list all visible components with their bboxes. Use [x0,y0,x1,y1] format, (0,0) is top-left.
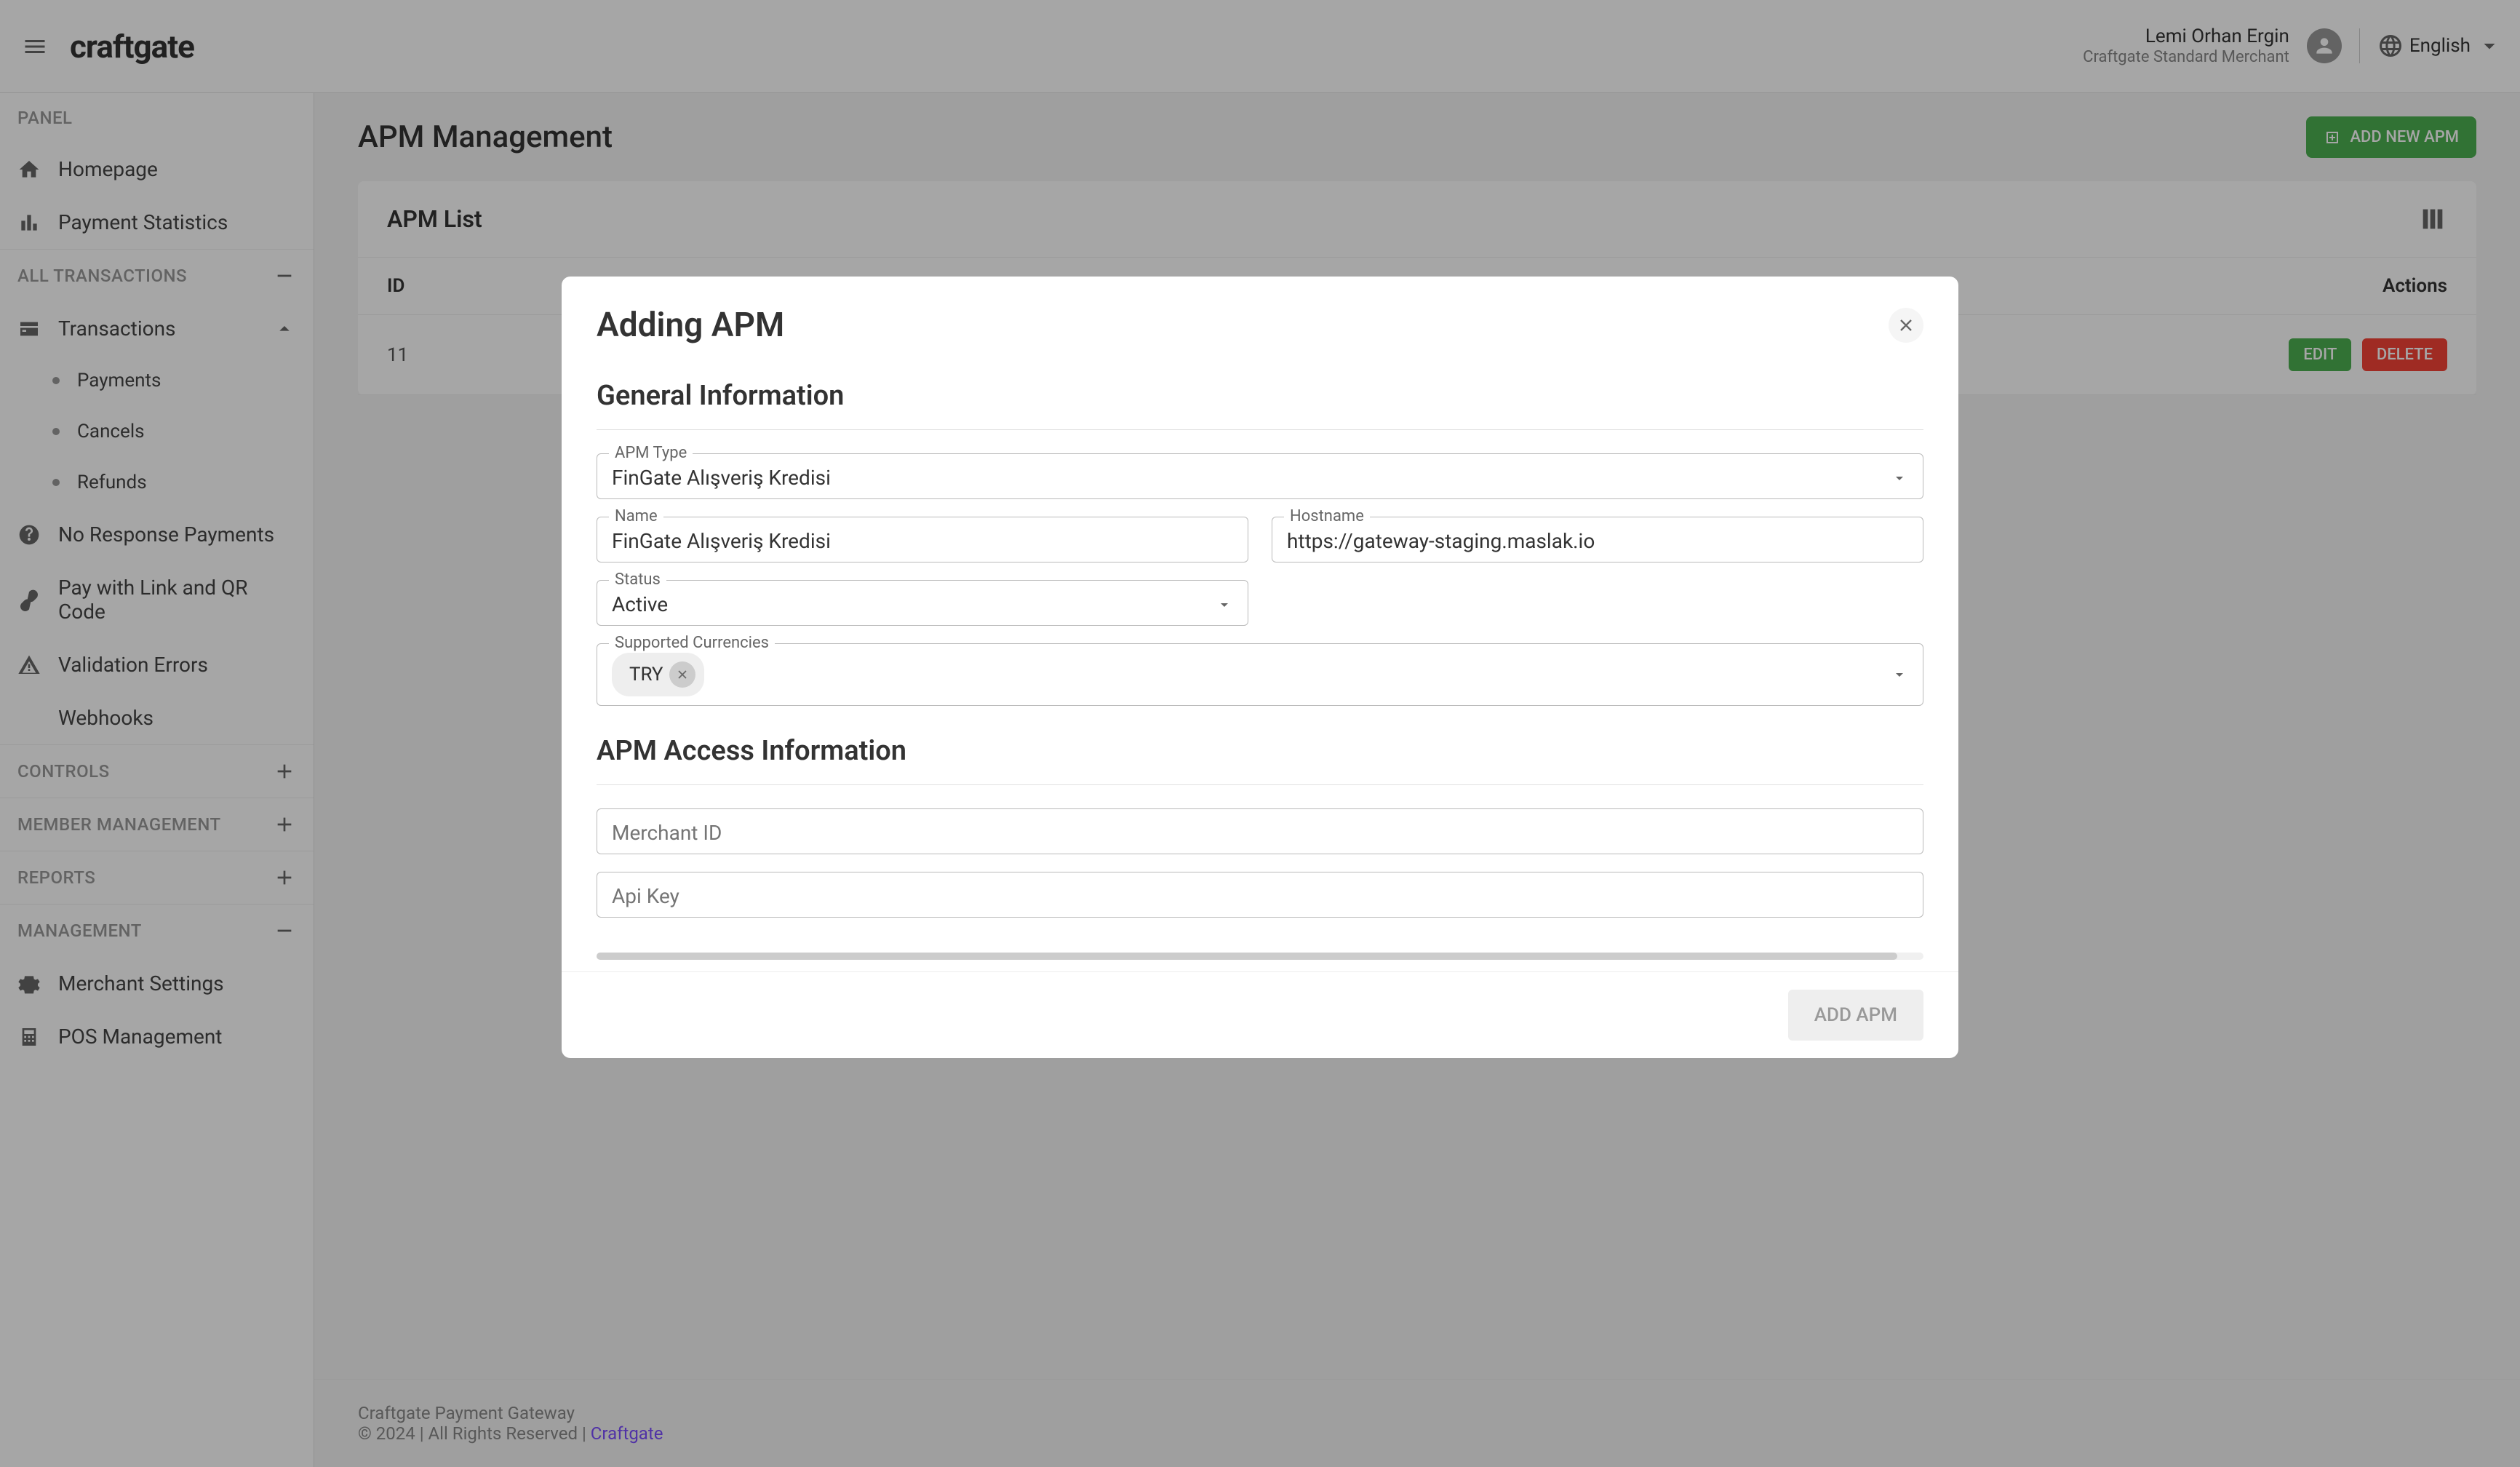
section-title-access: APM Access Information [597,735,1923,767]
chevron-down-icon [1216,596,1233,613]
merchant-id-field[interactable] [597,808,1923,854]
field-label: Hostname [1284,507,1370,525]
currency-chip: TRY [612,653,704,696]
apm-type-select[interactable]: APM Type FinGate Alışveriş Kredisi [597,453,1923,499]
modal-title: Adding APM [597,306,784,345]
close-icon [675,667,690,682]
add-apm-button[interactable]: ADD APM [1788,990,1923,1041]
field-label: Status [609,570,666,589]
chevron-down-icon [1891,666,1908,683]
divider [597,784,1923,785]
add-apm-modal: Adding APM General Information APM Type … [562,277,1958,1058]
close-button[interactable] [1889,308,1923,343]
modal-overlay[interactable]: Adding APM General Information APM Type … [0,0,2520,1467]
divider [597,429,1923,430]
merchant-id-input[interactable] [612,821,1908,845]
section-title-general: General Information [597,380,1923,412]
name-field[interactable]: Name [597,517,1248,562]
supported-currencies-field[interactable]: Supported Currencies TRY [597,643,1923,706]
close-icon [1896,315,1916,335]
hostname-input[interactable] [1287,529,1908,553]
scrollbar-thumb[interactable] [597,953,1897,960]
name-input[interactable] [612,529,1233,553]
api-key-input[interactable] [612,884,1908,908]
chevron-down-icon [1891,469,1908,487]
hostname-field[interactable]: Hostname [1272,517,1923,562]
chip-remove-button[interactable] [669,661,695,688]
field-label: Supported Currencies [609,634,775,652]
status-select[interactable]: Status Active [597,580,1248,626]
field-value: Active [612,592,1216,616]
chip-label: TRY [629,664,663,685]
api-key-field[interactable] [597,872,1923,918]
field-label: Name [609,507,663,525]
field-value: FinGate Alışveriş Kredisi [612,466,1891,490]
field-label: APM Type [609,444,693,462]
modal-scrollbar[interactable] [597,953,1923,960]
